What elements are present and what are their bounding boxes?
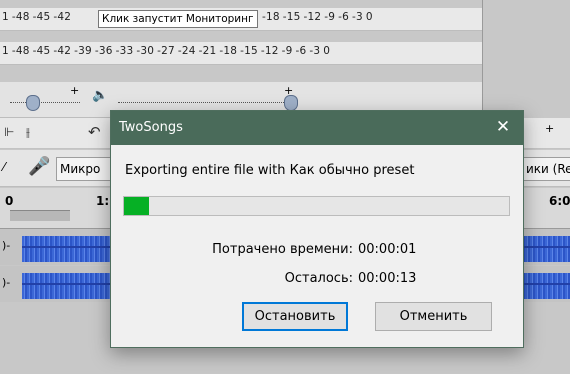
- record-meter-scale-left: 1 -48 -45 -42: [2, 11, 72, 23]
- zoom-toggle-icon[interactable]: ⊩: [4, 125, 14, 139]
- export-progress-dialog: TwoSongs ✕ Exporting entire file with Ка…: [110, 110, 524, 348]
- export-progress-fill: [124, 197, 150, 215]
- record-volume-track: [10, 102, 80, 103]
- tools-plus: +: [545, 122, 555, 135]
- elapsed-label: Потрачено времени:: [212, 242, 353, 257]
- undo-icon[interactable]: ↶: [88, 123, 101, 141]
- fit-project-icon[interactable]: ⫲: [26, 125, 30, 140]
- dialog-titlebar[interactable]: TwoSongs ✕: [111, 111, 523, 145]
- waveform: [22, 270, 112, 299]
- close-icon[interactable]: ✕: [483, 111, 523, 145]
- microphone-icon: 🎤: [28, 156, 51, 177]
- remaining-label: Осталось:: [284, 271, 353, 286]
- stop-button[interactable]: Остановить: [242, 302, 348, 331]
- toolbar-divider: [482, 0, 483, 118]
- playback-volume-slider-thumb[interactable]: [284, 95, 298, 111]
- track-gain-marker: )-: [2, 276, 11, 289]
- monitoring-tooltip: Клик запустит Мониторинг: [98, 10, 258, 28]
- record-volume-plus: +: [70, 84, 80, 97]
- timeline-tick-1: 1:: [96, 194, 110, 208]
- playback-device-select[interactable]: ики (Re: [522, 157, 570, 181]
- timeline-tick-0: 0: [5, 194, 14, 208]
- playback-meter-bar[interactable]: 1 -48 -45 -42 -39 -36 -33 -30 -27 -24 -21 -18 -15 -12…: [0, 42, 482, 65]
- chevron-icon[interactable]: ⁄: [3, 160, 5, 174]
- waveform: [22, 233, 112, 262]
- playback-volume-track: [118, 102, 288, 103]
- export-progress-bar: [123, 196, 510, 216]
- timeline-selection: [10, 210, 70, 221]
- elapsed-value: 00:00:01: [358, 242, 417, 257]
- timeline-tick-6: 6:0: [549, 194, 570, 208]
- track-gain-marker: )-: [2, 239, 11, 252]
- record-meter-scale-right: -18 -15 -12 -9 -6 -3 0: [262, 11, 373, 23]
- playback-volume-plus: +: [284, 84, 294, 97]
- export-message: Exporting entire file with Как обычно pr…: [125, 163, 415, 178]
- waveform: [520, 270, 570, 299]
- dialog-title: TwoSongs: [119, 120, 183, 135]
- record-volume-slider-thumb[interactable]: [26, 95, 40, 111]
- remaining-value: 00:00:13: [358, 271, 417, 286]
- speaker-icon: 🔈: [92, 88, 109, 103]
- playback-meter-scale: 1 -48 -45 -42 -39 -36 -33 -30 -27 -24 -21 -18 -15 -12…: [2, 45, 331, 57]
- record-meter-bar[interactable]: 1 -48 -45 -42 Клик запустит Мониторинг -18-…: [0, 8, 482, 31]
- waveform: [520, 233, 570, 262]
- cancel-button[interactable]: Отменить: [375, 302, 492, 331]
